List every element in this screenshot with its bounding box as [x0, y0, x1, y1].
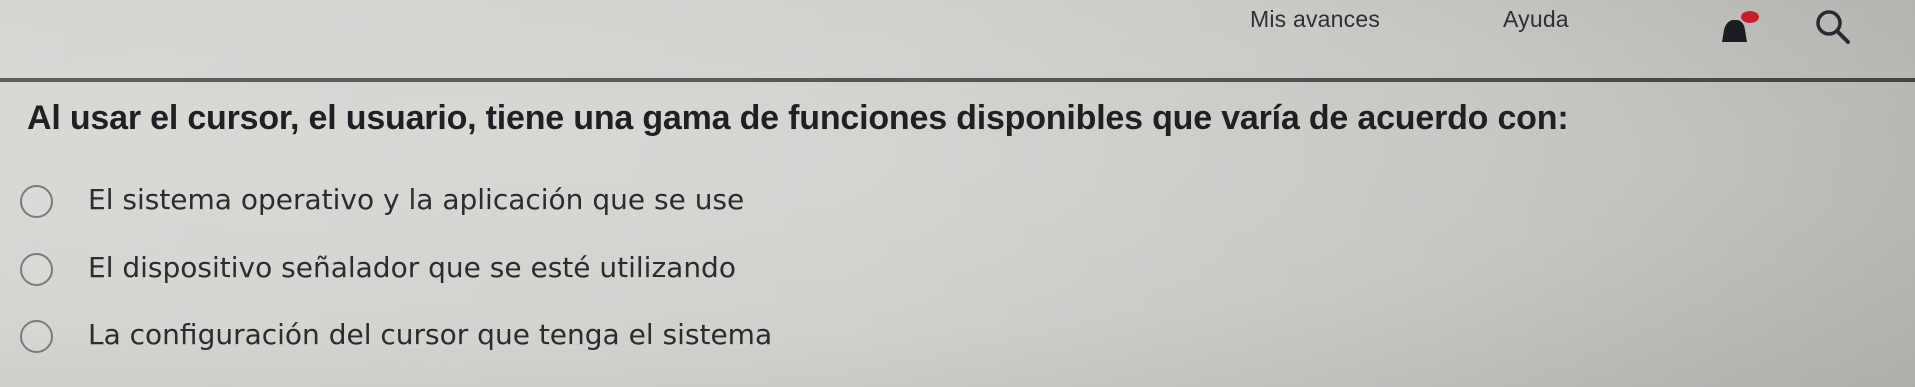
answer-option-label: El dispositivo señalador que se esté uti… — [88, 251, 736, 284]
nav-link-ayuda[interactable]: Ayuda — [1503, 6, 1569, 33]
answer-option-2[interactable]: El dispositivo señalador que se esté uti… — [20, 246, 920, 296]
answer-option-label: La configuración del cursor que tenga el… — [88, 318, 773, 351]
radio-button[interactable] — [20, 320, 53, 353]
radio-button[interactable] — [20, 185, 53, 218]
question-text: Al usar el cursor, el usuario, tiene una… — [27, 99, 1569, 137]
header-divider — [0, 78, 1915, 82]
answer-option-label: El sistema operativo y la aplicación que… — [88, 183, 745, 216]
radio-button[interactable] — [20, 253, 53, 286]
search-icon[interactable] — [1812, 6, 1854, 48]
top-navigation: Mis avances Ayuda — [0, 0, 1915, 78]
nav-link-mis-avances[interactable]: Mis avances — [1250, 6, 1380, 33]
answer-option-1[interactable]: El sistema operativo y la aplicación que… — [20, 178, 920, 228]
answer-option-3[interactable]: La configuración del cursor que tenga el… — [20, 313, 920, 363]
bell-icon[interactable] — [1718, 10, 1768, 44]
